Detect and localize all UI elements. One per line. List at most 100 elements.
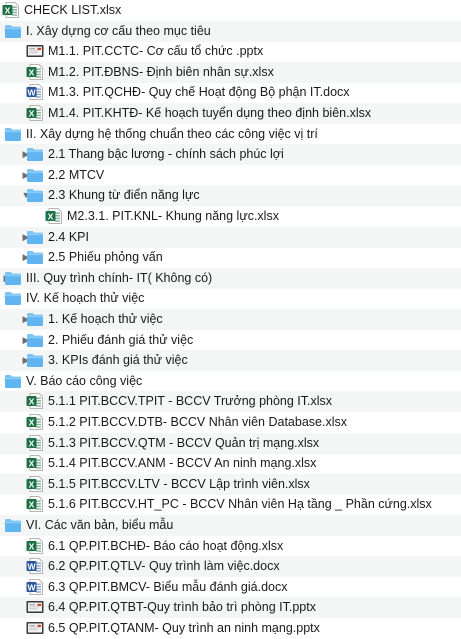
file-name: M1.4. PIT.KHTĐ- Kế hoạch tuyển dụng theo…	[48, 106, 372, 120]
folder-icon	[4, 270, 22, 286]
file-row[interactable]: X 5.1.4 PIT.BCCV.ANM - BCCV An ninh mạng.…	[0, 453, 461, 474]
folder-row[interactable]: ▼I. Xây dựng cơ cấu theo mục tiêu	[0, 20, 461, 42]
svg-text:X: X	[5, 5, 11, 15]
folder-name: V. Báo cáo công việc	[26, 373, 143, 388]
folder-icon	[4, 517, 22, 533]
folder-icon	[4, 373, 22, 389]
powerpoint-file-icon	[26, 43, 44, 59]
excel-file-icon: X	[26, 63, 44, 80]
file-name: 6.5 QP.PIT.QTANM- Quy trình an ninh mạng…	[48, 621, 320, 635]
excel-file-icon: X	[26, 434, 44, 451]
svg-text:X: X	[29, 67, 35, 77]
file-row[interactable]: 6.4 QP.PIT.QTBT-Quy trình bảo trì phòng …	[0, 597, 461, 619]
svg-text:X: X	[29, 397, 35, 407]
folder-row[interactable]: ▶ 2.1 Thang bậc lương - chính sách phúc l…	[0, 144, 461, 166]
excel-file-icon: X	[26, 537, 44, 554]
folder-icon	[26, 167, 44, 183]
word-file-icon: W	[26, 558, 44, 575]
folder-row[interactable]: ▶ 2.5 Phiếu phỏng vấn	[0, 247, 461, 268]
excel-file-icon: X	[26, 414, 44, 430]
excel-file-icon: X	[2, 2, 20, 18]
file-row[interactable]: X M2.3.1. PIT.KNL- Khung năng lực.xlsx	[0, 206, 461, 227]
file-name: 6.4 QP.PIT.QTBT-Quy trình bảo trì phòng …	[48, 600, 316, 615]
file-name: M1.1. PIT.CCTC- Cơ cấu tổ chức .pptx	[48, 44, 264, 59]
file-name: 5.1.3 PIT.BCCV.QTM - BCCV Quản trị mạng.…	[48, 435, 320, 450]
file-row[interactable]: X 5.1.3 PIT.BCCV.QTM - BCCV Quản trị mạng…	[0, 432, 461, 454]
excel-file-icon: X	[26, 475, 44, 492]
file-name: 5.1.5 PIT.BCCV.LTV - BCCV Lập trình viên…	[48, 476, 310, 491]
folder-row[interactable]: ▼II. Xây dựng hệ thống chuẩn theo các cô…	[0, 124, 461, 145]
file-row[interactable]: W M1.3. PIT.QCHĐ- Quy chế Hoạt động Bộ ph…	[0, 82, 461, 103]
excel-file-icon: X	[26, 455, 44, 472]
folder-icon	[26, 187, 44, 203]
svg-text:X: X	[29, 108, 35, 118]
folder-name: II. Xây dựng hệ thống chuẩn theo các côn…	[26, 126, 318, 141]
powerpoint-file-icon	[26, 620, 44, 636]
file-row[interactable]: W 6.2 QP.PIT.QTLV- Quy trình làm việc.doc…	[0, 556, 461, 578]
folder-row[interactable]: ▼ 2.3 Khung từ điển năng lực	[0, 185, 461, 207]
folder-icon	[4, 290, 22, 306]
excel-file-icon: X	[26, 496, 44, 513]
folder-name: 1. Kế hoạch thử việc	[48, 312, 163, 326]
folder-icon	[26, 229, 44, 245]
folder-row[interactable]: ▼V. Báo cáo công việc	[0, 371, 461, 392]
file-name: 5.1.1 PIT.BCCV.TPIT - BCCV Trưởng phòng …	[48, 394, 333, 409]
svg-text:X: X	[29, 479, 35, 489]
folder-row[interactable]: ▶ 2.4 KPI	[0, 226, 461, 248]
folder-name: 2. Phiếu đánh giá thử việc	[48, 332, 194, 347]
folder-icon	[4, 23, 22, 39]
file-name: CHECK LIST.xlsx	[24, 3, 122, 17]
folder-row[interactable]: ▼VI. Các văn bản, biểu mẫu	[0, 515, 461, 536]
file-name: 5.1.2 PIT.BCCV.DTB- BCCV Nhân viên Datab…	[48, 415, 347, 429]
file-name: 6.3 QP.PIT.BMCV- Biểu mẫu đánh giá.docx	[48, 579, 288, 594]
svg-text:W: W	[27, 561, 36, 571]
file-row[interactable]: X CHECK LIST.xlsx	[0, 0, 461, 21]
powerpoint-file-icon	[26, 599, 44, 615]
file-name: 5.1.4 PIT.BCCV.ANM - BCCV An ninh mạng.x…	[48, 456, 317, 471]
file-name: M1.2. PIT.ĐBNS- Định biên nhân sự.xlsx	[48, 64, 274, 79]
file-row[interactable]: X 6.1 QP.PIT.BCHĐ- Báo cáo hoạt động.xlsx	[0, 536, 461, 557]
folder-icon	[26, 311, 44, 327]
folder-icon	[26, 146, 44, 162]
svg-text:X: X	[29, 438, 35, 448]
file-name: 5.1.6 PIT.BCCV.HT_PC - BCCV Nhân viên Hạ…	[48, 497, 432, 512]
file-row[interactable]: X 5.1.5 PIT.BCCV.LTV - BCCV Lập trình viê…	[0, 473, 461, 495]
file-row[interactable]: 6.5 QP.PIT.QTANM- Quy trình an ninh mạng…	[0, 618, 461, 639]
folder-row[interactable]: ▶ 2. Phiếu đánh giá thử việc	[0, 330, 461, 351]
folder-row[interactable]: ▶ 2.2 MTCV	[0, 165, 461, 186]
svg-text:W: W	[27, 582, 36, 592]
file-name: M1.3. PIT.QCHĐ- Quy chế Hoạt động Bộ phậ…	[48, 85, 350, 100]
folder-name: 2.3 Khung từ điển năng lực	[48, 188, 200, 203]
file-row[interactable]: X M1.2. PIT.ĐBNS- Định biên nhân sự.xlsx	[0, 61, 461, 83]
folder-name: 2.4 KPI	[48, 229, 89, 244]
folder-row[interactable]: ▶ 3. KPIs đánh giá thử việc	[0, 350, 461, 372]
svg-text:X: X	[29, 500, 35, 510]
svg-text:X: X	[29, 417, 35, 427]
folder-name: VI. Các văn bản, biểu mẫu	[26, 518, 174, 532]
file-row[interactable]: X 5.1.2 PIT.BCCV.DTB- BCCV Nhân viên Data…	[0, 412, 461, 433]
folder-name: IV. Kế hoạch thử việc	[26, 291, 145, 306]
folder-icon	[26, 249, 44, 265]
folder-row[interactable]: ▶ 1. Kế hoạch thử việc	[0, 309, 461, 330]
word-file-icon: W	[26, 84, 44, 101]
svg-text:X: X	[29, 458, 35, 468]
excel-file-icon: X	[26, 393, 44, 410]
svg-text:W: W	[27, 88, 36, 98]
folder-icon	[26, 352, 44, 368]
file-tree: X CHECK LIST.xlsx ▼I. Xây dựng cơ cấu theo…	[0, 0, 461, 635]
folder-icon	[4, 126, 22, 142]
folder-name: 2.2 MTCV	[48, 167, 105, 182]
folder-name: III. Quy trình chính- IT( Không có)	[26, 270, 213, 285]
folder-name: I. Xây dựng cơ cấu theo mục tiêu	[26, 23, 211, 38]
folder-row[interactable]: ▶III. Quy trình chính- IT( Không có)	[0, 267, 461, 289]
excel-file-icon: X	[26, 105, 44, 121]
folder-name: 2.5 Phiếu phỏng vấn	[48, 250, 163, 265]
file-row[interactable]: M1.1. PIT.CCTC- Cơ cấu tổ chức .pptx	[0, 41, 461, 62]
file-row[interactable]: X 5.1.1 PIT.BCCV.TPIT - BCCV Trưởng phòng…	[0, 391, 461, 413]
file-row[interactable]: X M1.4. PIT.KHTĐ- Kế hoạch tuyển dụng the…	[0, 103, 461, 124]
file-row[interactable]: X 5.1.6 PIT.BCCV.HT_PC - BCCV Nhân viên H…	[0, 494, 461, 515]
folder-icon	[26, 332, 44, 348]
folder-row[interactable]: ▼IV. Kế hoạch thử việc	[0, 288, 461, 309]
svg-text:X: X	[29, 541, 35, 551]
file-name: M2.3.1. PIT.KNL- Khung năng lực.xlsx	[67, 209, 279, 223]
